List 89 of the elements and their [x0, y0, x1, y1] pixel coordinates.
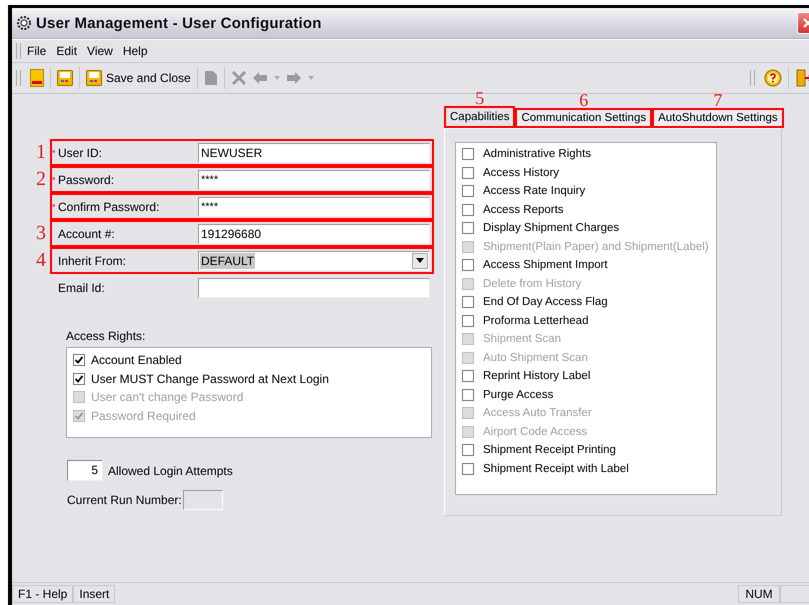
save-and-close-button[interactable]: Save and Close: [83, 68, 194, 88]
field-label: Account #:: [58, 226, 115, 240]
checkbox[interactable]: [462, 388, 474, 401]
close-icon: [230, 70, 247, 86]
checkbox-label: Access History: [483, 166, 560, 179]
checkbox[interactable]: [462, 314, 474, 327]
password-field[interactable]: ****: [198, 170, 430, 190]
status-text: Insert: [73, 585, 116, 603]
checkbox[interactable]: [462, 462, 474, 475]
dropdown[interactable]: DEFAULT: [198, 250, 430, 270]
left-arrow-icon: [252, 72, 267, 84]
input-field[interactable]: NEWUSER: [198, 142, 430, 162]
input-field: [182, 490, 223, 510]
checkbox-label: Access Reports: [483, 204, 564, 216]
checkbox-label: User MUST Change Password at Next Login: [91, 372, 329, 386]
status-pane: [780, 585, 809, 603]
floppy-icon: [57, 70, 73, 86]
checkbox[interactable]: [462, 148, 474, 160]
input-field[interactable]: 191296680: [198, 224, 430, 244]
tab[interactable]: Capabilities: [444, 106, 516, 128]
checkbox-label: Administrative Rights: [483, 148, 592, 160]
checkbox[interactable]: [73, 354, 85, 366]
door-icon: [795, 69, 809, 87]
tab[interactable]: Communication Settings: [515, 108, 652, 128]
field-label: User ID:: [58, 146, 102, 160]
gear-icon: [16, 15, 32, 31]
window-title: User Management - User Configuration: [36, 14, 322, 32]
menu-item[interactable]: Help: [122, 44, 148, 58]
annotation-number: 4: [35, 249, 47, 272]
field-label: Allowed Login Attempts: [108, 464, 233, 478]
page-icon: [204, 70, 218, 86]
checkbox-label: Purge Access: [483, 388, 554, 401]
field-label: Confirm Password:: [58, 200, 160, 214]
input-field[interactable]: 5: [67, 460, 103, 481]
required-mark: *: [52, 174, 57, 184]
field-label: Email Id:: [58, 280, 105, 294]
menu-item[interactable]: File: [27, 44, 46, 58]
input-field[interactable]: [198, 278, 430, 298]
required-mark: *: [52, 202, 57, 212]
checkbox-label: Auto Shipment Scan: [483, 352, 588, 364]
checkbox-label: Access Auto Transfer: [483, 407, 592, 420]
checkbox-label: Proforma Letterhead: [483, 314, 588, 327]
help-icon: [764, 69, 782, 87]
checkbox-label: Delete from History: [483, 278, 582, 290]
checkbox[interactable]: [462, 166, 474, 179]
checkbox-label: Password Required: [91, 408, 196, 423]
checkbox-label: Shipment(Plain Paper) and Shipment(Label): [483, 240, 709, 253]
checkbox-label: Display Shipment Charges: [483, 222, 620, 234]
checkbox[interactable]: [462, 370, 474, 382]
annotation-number: 1: [35, 141, 47, 164]
checkbox[interactable]: [462, 259, 474, 272]
checkbox-label: Shipment Receipt Printing: [483, 444, 616, 456]
annotation-number: 7: [713, 92, 722, 108]
annotation-number: 3: [35, 222, 47, 245]
dropdown-value: DEFAULT: [200, 252, 256, 268]
floppy-icon: [86, 70, 102, 86]
annotation-number: 2: [35, 168, 47, 191]
checkbox-label: End Of Day Access Flag: [483, 296, 608, 308]
status-text: F1 - Help: [12, 585, 74, 603]
checkbox[interactable]: [462, 185, 474, 198]
status-text: NUM: [738, 585, 780, 603]
field-label: Inherit From:: [58, 254, 126, 268]
document-icon: [30, 69, 44, 87]
checkbox[interactable]: [462, 204, 474, 216]
field-label: Current Run Number:: [67, 493, 182, 507]
checkbox[interactable]: [462, 222, 474, 234]
required-mark: *: [52, 148, 57, 158]
checkbox[interactable]: [73, 372, 85, 385]
field-label: Password:: [58, 172, 114, 186]
checkbox-label: Account Enabled: [91, 353, 182, 368]
checkbox[interactable]: [462, 296, 474, 308]
save-button[interactable]: [54, 68, 76, 88]
menu-item[interactable]: Edit: [56, 44, 78, 58]
checkbox[interactable]: [462, 444, 474, 456]
menu-item[interactable]: View: [87, 44, 113, 58]
checkbox-label: Airport Code Access: [483, 426, 588, 438]
checkbox-label: Shipment Receipt with Label: [483, 462, 629, 475]
annotation-number: 6: [579, 92, 588, 108]
checkbox-label: Shipment Scan: [483, 333, 561, 346]
checkbox-label: Access Shipment Import: [483, 259, 608, 272]
checkbox-label: User can't change Password: [91, 390, 244, 404]
annotation-number: 5: [475, 90, 484, 106]
checkbox-label: Access Rate Inquiry: [483, 185, 586, 198]
password-field[interactable]: ****: [198, 196, 430, 216]
right-arrow-icon: [286, 72, 301, 84]
toolbar-button[interactable]: [27, 67, 47, 89]
checkbox-label: Reprint History Label: [483, 370, 590, 382]
tab[interactable]: AutoShutdown Settings: [652, 108, 784, 128]
section-label: Access Rights:: [66, 329, 146, 343]
